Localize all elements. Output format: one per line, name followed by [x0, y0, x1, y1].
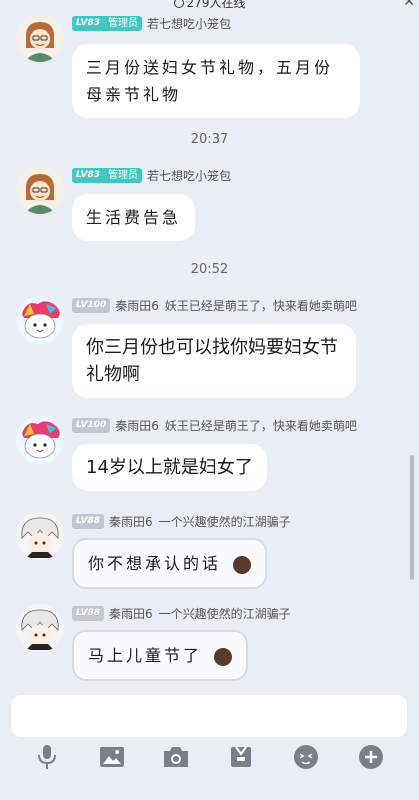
input-toolbar [0, 742, 419, 782]
level-badge: LV100 [72, 297, 111, 313]
message-bubble[interactable]: 你不想承认的话 [72, 538, 268, 589]
close-icon[interactable]: ✕ [403, 0, 415, 10]
avatar[interactable] [16, 166, 64, 214]
level-badge: LV83 [72, 15, 104, 31]
sender-name[interactable]: 秦雨田6 [109, 605, 153, 622]
sender-name[interactable]: 若七想吃小笼包 [147, 167, 231, 184]
avatar[interactable] [16, 296, 64, 344]
sender-meta: LV83 管理员 若七想吃小笼包 [72, 166, 231, 184]
plus-icon[interactable] [356, 742, 386, 772]
sender-meta: LV100 秦雨田6 妖王已经是萌王了，快来看她卖萌吧 [72, 296, 357, 314]
sender-meta: LV100 秦雨田6 妖王已经是萌王了，快来看她卖萌吧 [72, 416, 357, 434]
scrollbar[interactable] [410, 455, 414, 580]
level-badge: LV88 [72, 513, 104, 529]
message-bubble[interactable]: 三月份送妇女节礼物，五月份母亲节礼物 [72, 44, 360, 118]
gift-icon[interactable] [226, 742, 256, 772]
role-badge: 管理员 [104, 15, 142, 31]
microphone-icon[interactable] [32, 742, 62, 772]
timestamp: 20:37 [190, 132, 229, 147]
avatar[interactable] [16, 512, 64, 560]
sender-name[interactable]: 秦雨田6 [115, 417, 159, 434]
role-badge: 管理员 [104, 167, 142, 183]
sender-meta: LV83 管理员 若七想吃小笼包 [72, 14, 231, 32]
member-title: 妖王已经是萌王了，快来看她卖萌吧 [164, 298, 357, 313]
member-title: 妖王已经是萌王了，快来看她卖萌吧 [164, 418, 357, 433]
message-bubble[interactable]: 马上儿童节了 [72, 630, 249, 681]
member-title: 一个兴趣使然的江湖骗子 [158, 514, 291, 529]
avatar[interactable] [16, 14, 64, 62]
online-count: 279人在线 [0, 0, 419, 11]
bubble-text: 马上儿童节了 [88, 646, 203, 665]
avatar[interactable] [16, 604, 64, 652]
sender-name[interactable]: 秦雨田6 [109, 513, 153, 530]
bubble-decoration-icon [233, 555, 252, 574]
emoji-icon[interactable] [291, 742, 321, 772]
message-bubble[interactable]: 14岁以上就是妇女了 [72, 444, 267, 491]
member-title: 一个兴趣使然的江湖骗子 [158, 606, 291, 621]
sender-name[interactable]: 若七想吃小笼包 [147, 15, 231, 32]
message-bubble[interactable]: 你三月份也可以找你妈要妇女节礼物啊 [72, 324, 356, 398]
level-badge: LV83 [72, 167, 104, 183]
bubble-decoration-icon [214, 647, 233, 666]
level-badge: LV88 [72, 605, 104, 621]
timestamp: 20:52 [190, 262, 229, 277]
sender-name[interactable]: 秦雨田6 [115, 297, 159, 314]
sender-meta: LV88 秦雨田6 一个兴趣使然的江湖骗子 [72, 512, 291, 530]
avatar[interactable] [16, 416, 64, 464]
bubble-text: 你不想承认的话 [88, 554, 222, 573]
image-icon[interactable] [97, 742, 127, 772]
message-bubble[interactable]: 生活费告急 [72, 194, 196, 241]
online-icon [173, 0, 184, 8]
message-input[interactable] [11, 695, 407, 737]
camera-icon[interactable] [161, 742, 191, 772]
level-badge: LV100 [72, 417, 111, 433]
sender-meta: LV88 秦雨田6 一个兴趣使然的江湖骗子 [72, 604, 291, 622]
